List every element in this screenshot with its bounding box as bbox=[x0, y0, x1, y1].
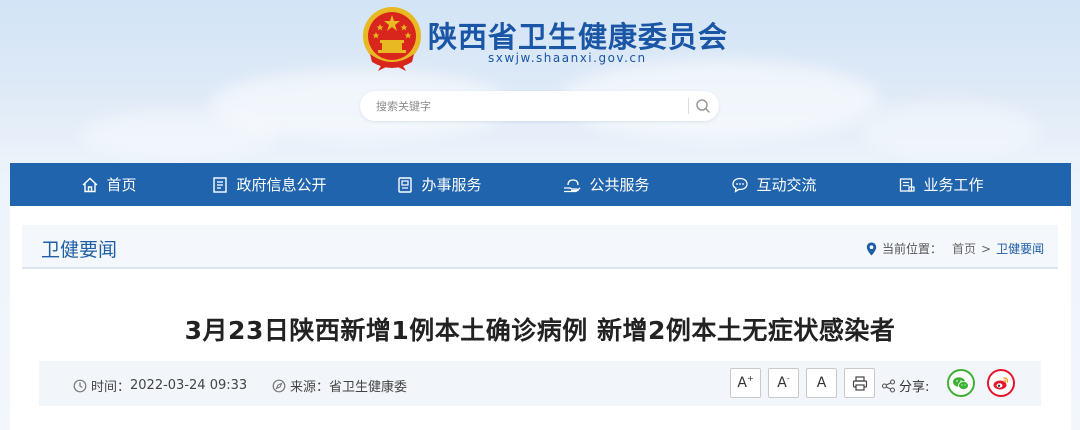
document-list-icon bbox=[213, 176, 228, 193]
search-input[interactable] bbox=[376, 97, 676, 115]
site-title[interactable]: 陕西省卫生健康委员会 bbox=[428, 14, 728, 56]
breadcrumb-separator: > bbox=[981, 241, 992, 256]
section-title: 卫健要闻 bbox=[41, 239, 118, 261]
search-divider bbox=[688, 98, 689, 114]
breadcrumb-home-link[interactable]: 首页 bbox=[952, 240, 976, 257]
home-icon bbox=[83, 177, 98, 192]
hand-service-icon bbox=[564, 178, 581, 192]
weibo-icon bbox=[993, 377, 1009, 390]
briefcase-icon bbox=[900, 177, 916, 192]
form-icon bbox=[398, 176, 413, 193]
site-domain: sxwjw.shaanxi.gov.cn bbox=[488, 51, 647, 65]
main-nav: 首页 政府信息公开 办事服务 公共服务 互动交流 业务工作 bbox=[10, 163, 1071, 206]
chat-bubble-icon bbox=[732, 177, 749, 193]
share-wechat-button[interactable] bbox=[947, 369, 975, 397]
source-label: 来源： bbox=[290, 380, 330, 395]
breadcrumb-current-link[interactable]: 卫健要闻 bbox=[996, 240, 1044, 257]
breadcrumb-label: 当前位置： bbox=[882, 242, 943, 256]
font-decrease-label: A bbox=[777, 375, 787, 391]
nav-item-services[interactable]: 办事服务 bbox=[394, 163, 484, 206]
wechat-icon bbox=[953, 376, 969, 390]
cloud-decoration bbox=[860, 100, 1040, 160]
clock-icon bbox=[73, 379, 87, 392]
nav-label: 政府信息公开 bbox=[236, 176, 327, 194]
printer-icon bbox=[852, 375, 867, 391]
nav-label: 互动交流 bbox=[756, 176, 817, 194]
share-text: 分享: bbox=[899, 380, 930, 395]
search-box bbox=[360, 91, 719, 121]
nav-label: 办事服务 bbox=[421, 176, 482, 194]
nav-label: 首页 bbox=[106, 176, 137, 194]
share-weibo-button[interactable] bbox=[987, 369, 1015, 397]
time-value: 2022-03-24 09:33 bbox=[130, 378, 248, 393]
print-button[interactable] bbox=[844, 368, 875, 398]
search-icon[interactable] bbox=[693, 97, 713, 115]
nav-item-public-services[interactable]: 公共服务 bbox=[558, 163, 654, 206]
font-reset-label: A bbox=[816, 375, 827, 391]
font-decrease-sup: - bbox=[786, 373, 790, 383]
nav-item-interaction[interactable]: 互动交流 bbox=[728, 163, 820, 206]
breadcrumb: 当前位置： 首页 > 卫健要闻 bbox=[866, 240, 1044, 257]
source-value: 省卫生健康委 bbox=[329, 380, 408, 395]
nav-item-home[interactable]: 首页 bbox=[74, 163, 144, 206]
nav-label: 公共服务 bbox=[589, 176, 650, 194]
article-source: 来源： 省卫生健康委 bbox=[272, 376, 407, 395]
share-icon bbox=[881, 378, 896, 393]
font-increase-button[interactable]: A + bbox=[730, 368, 761, 398]
cloud-decoration bbox=[80, 110, 280, 160]
font-increase-label: A bbox=[737, 375, 747, 391]
nav-item-business[interactable]: 业务工作 bbox=[896, 163, 986, 206]
compass-icon bbox=[272, 379, 286, 392]
font-decrease-button[interactable]: A- bbox=[768, 368, 799, 398]
nav-label: 业务工作 bbox=[923, 176, 984, 194]
font-increase-sup: + bbox=[746, 373, 754, 383]
national-emblem-icon[interactable] bbox=[360, 4, 424, 72]
location-pin-icon bbox=[866, 242, 877, 255]
font-reset-button[interactable]: A bbox=[806, 368, 837, 398]
article-title: 3月23日陕西新增1例本土确诊病例 新增2例本土无症状感染者 bbox=[184, 316, 896, 345]
share-label: 分享: bbox=[881, 376, 929, 395]
time-label: 时间： bbox=[91, 380, 131, 395]
nav-item-government-info[interactable]: 政府信息公开 bbox=[207, 163, 331, 206]
article-time: 时间： 2022-03-24 09:33 bbox=[73, 376, 247, 395]
